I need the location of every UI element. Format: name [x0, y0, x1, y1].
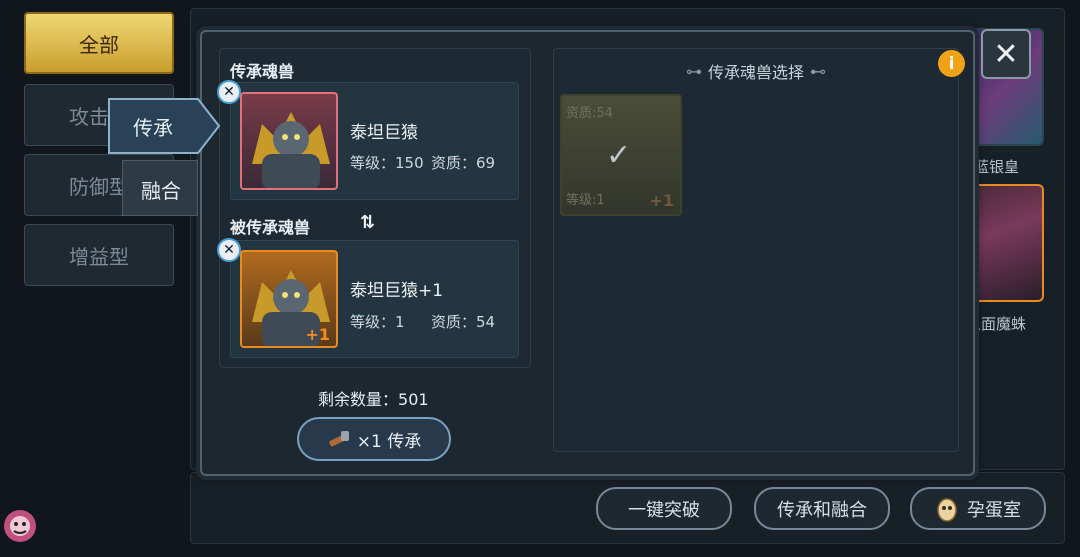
hammer-icon	[327, 428, 353, 450]
tab-fusion-label: 融合	[141, 178, 181, 203]
source-quality: 资质：69	[431, 152, 495, 173]
filter-all-button[interactable]: 全部	[24, 12, 174, 74]
quality-label: 资质：	[431, 313, 477, 331]
remove-target-icon[interactable]: ✕	[217, 238, 241, 262]
filter-buff-button[interactable]: 增益型	[24, 224, 174, 286]
filter-buff-label: 增益型	[69, 244, 129, 269]
target-quality: 资质：54	[431, 311, 495, 332]
monster-card-spider[interactable]	[968, 184, 1044, 302]
selection-title-row: ⊶ 传承魂兽选择 ⊷	[553, 59, 959, 83]
target-monster-name: 泰坦巨猿+1	[350, 281, 444, 301]
info-icon[interactable]: i	[938, 50, 965, 77]
quality-label: 资质：	[431, 154, 477, 172]
remaining-label: 剩余数量：	[318, 390, 399, 409]
ornament-left-icon: ⊶	[685, 61, 702, 81]
close-icon: ✕	[993, 36, 1019, 72]
hatchery-label: 孕蛋室	[967, 499, 1021, 521]
remaining-count: 剩余数量：501	[318, 386, 429, 410]
breakthrough-label: 一键突破	[628, 499, 700, 521]
selection-title: 传承魂兽选择	[707, 63, 804, 82]
quality-value: 54	[476, 313, 496, 331]
hatchery-button[interactable]: 孕蛋室	[910, 487, 1046, 530]
tab-fusion[interactable]: 融合	[122, 160, 198, 216]
source-monster-portrait[interactable]	[240, 92, 338, 190]
swap-arrows-icon: ⇅	[360, 212, 376, 233]
selection-level: 等级:1	[566, 193, 605, 208]
level-value: 1	[395, 313, 405, 331]
one-click-breakthrough-button[interactable]: 一键突破	[596, 487, 732, 530]
inherit-confirm-button[interactable]: ×1 传承	[297, 417, 451, 461]
plus-badge: +1	[305, 325, 330, 344]
filter-all-label: 全部	[79, 32, 119, 57]
remove-source-icon[interactable]: ✕	[217, 80, 241, 104]
selected-check-icon: ✓	[606, 138, 632, 173]
inherit-fuse-label: 传承和融合	[777, 499, 867, 521]
quality-value: 69	[476, 154, 496, 172]
mascot-icon[interactable]	[0, 498, 40, 550]
level-value: 150	[395, 154, 424, 172]
game-screen: 全部 攻击型 防御型 增益型 蓝银皇 人面魔蛛 一键突破 传承和融合 孕蛋室 传…	[0, 0, 1080, 557]
inherit-fuse-button[interactable]: 传承和融合	[754, 487, 890, 530]
source-monster-name: 泰坦巨猿	[350, 123, 418, 143]
target-level: 等级：1	[350, 311, 405, 332]
selection-badge: +1	[649, 191, 674, 210]
inherit-modal: 传承魂兽 ✕ 泰坦巨猿 等级：150 资质：69 被传承魂兽 ⇅ +1 ✕ 泰坦…	[200, 30, 975, 476]
remaining-value: 501	[398, 390, 429, 409]
egg-icon	[935, 496, 959, 522]
level-label: 等级：	[350, 313, 396, 331]
tab-inherit-label: 传承	[133, 115, 173, 140]
ornament-right-icon: ⊷	[810, 61, 826, 81]
source-section-title: 传承魂兽	[230, 62, 295, 81]
monster-card-name: 人面魔蛛	[966, 315, 1027, 333]
filter-defense-label: 防御型	[69, 174, 129, 199]
selection-item[interactable]: 资质:54 ✓ 等级:1 +1	[560, 94, 682, 216]
monster-card-name: 蓝银皇	[974, 158, 1020, 176]
selection-quality: 资质:54	[566, 106, 613, 121]
source-level: 等级：150	[350, 152, 424, 173]
target-monster-portrait[interactable]: +1	[240, 250, 338, 348]
target-section-title: 被传承魂兽	[230, 218, 311, 237]
inherit-cost-label: ×1 传承	[356, 431, 422, 452]
close-button[interactable]: ✕	[981, 29, 1031, 79]
level-label: 等级：	[350, 154, 396, 172]
tab-inherit[interactable]: 传承	[108, 98, 220, 154]
